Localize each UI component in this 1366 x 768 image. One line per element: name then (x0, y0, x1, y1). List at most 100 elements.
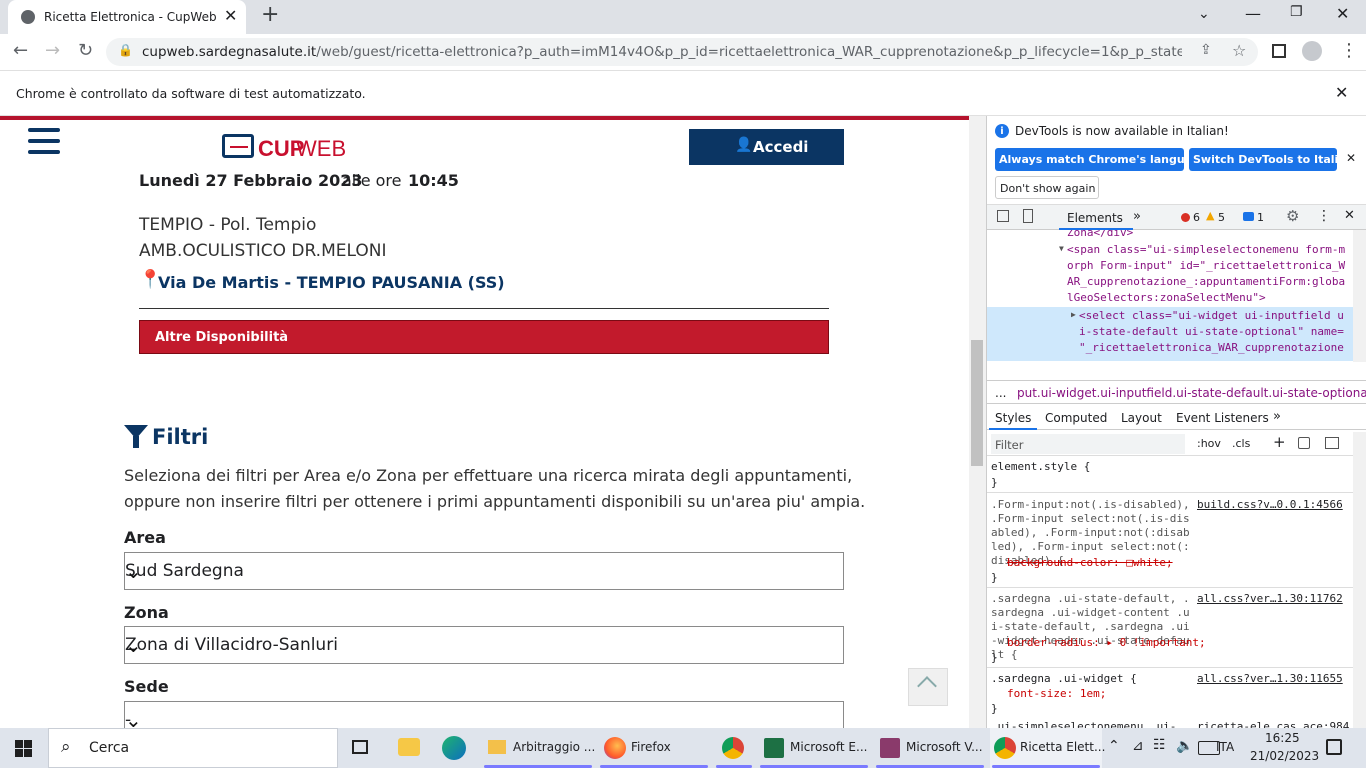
appointment-at-label: alle ore (342, 171, 402, 190)
restore-icon[interactable]: ❐ (1290, 4, 1303, 20)
reload-icon[interactable]: ↻ (78, 40, 93, 61)
inspect-icon[interactable] (997, 210, 1009, 222)
sidebar-toggle-icon[interactable] (1325, 437, 1339, 449)
devtools-menu-icon[interactable]: ⋮ (1317, 208, 1331, 224)
clock-date[interactable]: 21/02/2023 (1250, 749, 1319, 763)
scroll-to-top-button[interactable] (908, 668, 948, 706)
back-icon[interactable]: ← (13, 40, 28, 61)
mail-app-icon[interactable] (398, 738, 420, 756)
scrollbar-thumb[interactable] (971, 340, 983, 466)
rule-2-source[interactable]: all.css?ver…1.30:11762 (1197, 592, 1353, 605)
taskbar-app-chrome[interactable] (714, 728, 754, 768)
rule-1-source[interactable]: build.css?v…0.0.1:4566 (1197, 498, 1353, 511)
windows-start-icon[interactable] (15, 740, 32, 757)
styles-tab-underline (989, 428, 1037, 430)
hov-toggle[interactable]: :hov (1197, 437, 1221, 450)
computed-styles-icon[interactable] (1298, 437, 1310, 449)
cls-toggle[interactable]: .cls (1232, 437, 1250, 450)
task-view-icon[interactable] (352, 740, 368, 754)
close-notice-icon[interactable]: ✕ (1346, 151, 1356, 165)
dom-line-3[interactable]: AR_cupprenotazione_:appuntamentiForm:glo… (1067, 275, 1345, 288)
taskbar-app-chrome-active[interactable]: Ricetta Elett... (990, 728, 1105, 768)
rule-0-selector[interactable]: element.style { (991, 460, 1090, 473)
dom-line-7[interactable]: "_ricettaelettronica_WAR_cupprenotazione (1079, 341, 1344, 354)
dom-line-6[interactable]: i-state-default ui-state-optional" name= (1079, 325, 1344, 338)
hamburger-menu-icon[interactable] (28, 128, 60, 154)
styles-scrollbar[interactable] (1353, 432, 1366, 728)
expand-triangle-icon[interactable]: ▼ (1059, 244, 1064, 253)
altre-disponibilita-button[interactable]: Altre Disponibilità (139, 320, 829, 354)
settings-gear-icon[interactable]: ⚙ (1286, 207, 1299, 225)
active-tab[interactable]: Ricetta Elettronica - CupWeb ✕ (8, 0, 246, 34)
input-language[interactable]: ITA (1216, 740, 1234, 754)
taskbar-app-excel[interactable]: Microsoft E... (758, 728, 870, 768)
tab-elements[interactable]: Elements (1067, 211, 1123, 225)
dom-line-0[interactable]: Zona</div> (1067, 230, 1133, 239)
area-select[interactable]: Sud Sardegna ⌄ (124, 552, 844, 590)
new-rule-icon[interactable]: + (1273, 433, 1286, 451)
volume-icon[interactable]: 🔈 (1176, 738, 1193, 754)
tab-search-icon[interactable]: ⌄ (1198, 6, 1210, 22)
message-count[interactable]: 1 (1257, 211, 1264, 224)
warning-count[interactable]: 5 (1218, 211, 1225, 224)
breadcrumb-dots[interactable]: ... (995, 386, 1006, 400)
sede-select[interactable]: - ⌄ (124, 701, 844, 728)
clock-time[interactable]: 16:25 (1265, 731, 1300, 745)
profile-avatar-icon[interactable] (1302, 41, 1322, 61)
rule-2-prop[interactable]: border-radius: ▸ 0 !important; (1007, 636, 1206, 649)
rule-3-selector[interactable]: .sardegna .ui-widget { (991, 672, 1137, 685)
tray-chevron-up-icon[interactable]: ⌃ (1108, 738, 1120, 754)
menu-kebab-icon[interactable]: ⋮ (1340, 40, 1358, 61)
dom-line-4[interactable]: lGeoSelectors:zonaSelectMenu"> (1067, 291, 1266, 304)
side-panel-icon[interactable] (1272, 44, 1286, 58)
close-devtools-icon[interactable]: ✕ (1344, 208, 1355, 223)
new-tab-button[interactable]: + (261, 2, 279, 27)
minimize-icon[interactable]: — (1245, 4, 1261, 23)
share-icon[interactable]: ⇪ (1200, 42, 1212, 58)
bookmark-star-icon[interactable]: ☆ (1232, 41, 1246, 60)
dom-line-1[interactable]: <span class="ui-simpleselectonemenu form… (1067, 243, 1345, 256)
rule-4-selector[interactable]: .ui-simpleselectonemenu .ui- (991, 720, 1191, 728)
close-window-icon[interactable]: ✕ (1336, 4, 1349, 23)
infobar-close-icon[interactable]: ✕ (1335, 83, 1348, 102)
tab-event-listeners[interactable]: Event Listeners (1176, 411, 1269, 425)
dont-show-again-button[interactable]: Don't show again (995, 176, 1099, 199)
taskbar-search-box[interactable]: ⌕ Cerca (48, 728, 338, 768)
styles-filter-input[interactable]: Filter (991, 434, 1185, 454)
switch-italian-button[interactable]: Switch DevTools to Italian (1189, 148, 1354, 171)
forward-icon[interactable]: → (45, 40, 60, 61)
rule-1-prop[interactable]: background-color: □white; (1007, 556, 1173, 569)
dom-line-5[interactable]: <select class="ui-widget ui-inputfield u (1079, 309, 1344, 322)
tab-computed[interactable]: Computed (1045, 411, 1107, 425)
chevron-down-icon: ⌄ (125, 633, 142, 657)
taskbar-app-firefox[interactable]: Firefox (598, 728, 710, 768)
wifi-icon[interactable]: ☷ (1153, 737, 1166, 753)
more-tabs-icon[interactable]: » (1133, 209, 1141, 224)
error-count[interactable]: 6 (1193, 211, 1200, 224)
taskbar-app-explorer[interactable]: Arbitraggio ... (482, 728, 595, 768)
taskbar-app-visio[interactable]: Microsoft V... (874, 728, 986, 768)
styles-filter-bar: Filter :hov .cls + (987, 432, 1353, 456)
edge-icon[interactable] (442, 736, 466, 760)
page-scrollbar[interactable] (969, 116, 986, 728)
dom-tree[interactable]: Zona</div> ▼ <span class="ui-simpleselec… (987, 230, 1353, 362)
collapse-triangle-icon[interactable]: ▶ (1071, 310, 1076, 319)
match-language-button[interactable]: Always match Chrome's language (995, 148, 1207, 171)
rule-4-source[interactable]: ricetta-ele cas ace:984 (1197, 720, 1349, 728)
rule-3-source[interactable]: all.css?ver…1.30:11655 (1197, 672, 1353, 685)
login-button[interactable]: 👤 Accedi (689, 129, 844, 165)
dom-line-2[interactable]: orph Form-input" id="_ricettaelettronica… (1067, 259, 1345, 272)
network-icon[interactable]: ⊿ (1132, 738, 1144, 754)
zona-select[interactable]: Zona di Villacidro-Sanluri ⌄ (124, 626, 844, 664)
dom-scrollbar[interactable] (1353, 230, 1366, 362)
tab-layout[interactable]: Layout (1121, 411, 1162, 425)
device-toggle-icon[interactable] (1023, 209, 1033, 223)
rule-2-selector[interactable]: .sardegna .ui-state-default, .sardegna .… (991, 592, 1191, 662)
notifications-icon[interactable] (1326, 739, 1342, 755)
breadcrumb-path[interactable]: put.ui-widget.ui-inputfield.ui-state-def… (1017, 386, 1366, 400)
rule-3-prop[interactable]: font-size: 1em; (1007, 687, 1106, 700)
address-bar[interactable]: 🔒 cupweb.sardegnasalute.it/web/guest/ric… (106, 38, 1258, 66)
close-tab-icon[interactable]: ✕ (224, 6, 237, 25)
tab-styles[interactable]: Styles (995, 411, 1031, 425)
more-panels-icon[interactable]: » (1273, 409, 1281, 424)
